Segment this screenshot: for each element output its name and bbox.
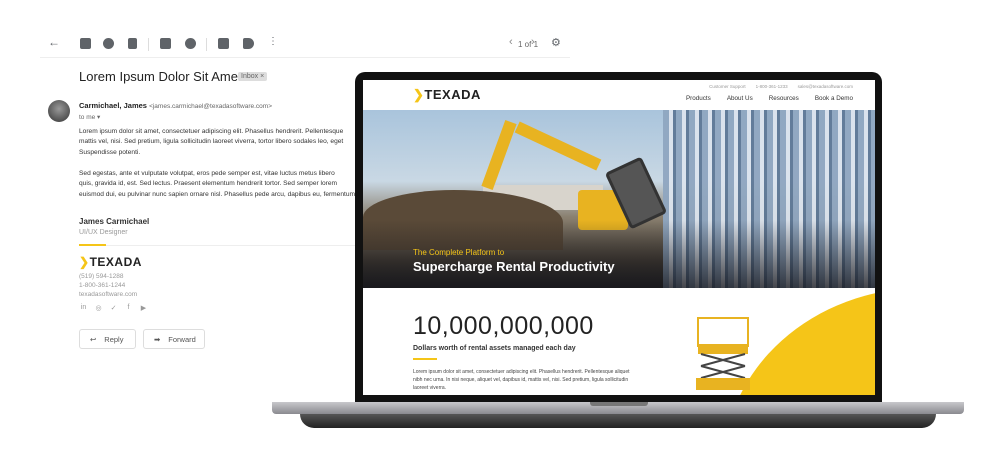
site-header: ❯TEXADA Customer Support 1-800-361-1233 …	[363, 80, 875, 110]
twitter-icon[interactable]: ✓	[109, 304, 118, 312]
hero-banner: The Complete Platform to Supercharge Ren…	[363, 110, 875, 288]
excavator-arm	[481, 120, 517, 190]
stat-description: Lorem ipsum dolor sit amet, consectetuer…	[413, 369, 630, 391]
hero-title: Supercharge Rental Productivity	[413, 259, 615, 274]
logo-text: TEXADA	[424, 87, 481, 102]
report-spam-icon[interactable]	[103, 38, 114, 49]
archive-icon[interactable]	[80, 38, 91, 49]
stat-label: Dollars worth of rental assets managed e…	[413, 345, 576, 352]
scissor-lift-image	[696, 317, 750, 390]
mark-unread-icon[interactable]	[160, 38, 171, 49]
menu-book-demo[interactable]: Book a Demo	[815, 95, 853, 102]
hero-subtitle: The Complete Platform to	[413, 248, 505, 257]
body-line: Suspendisse potenti.	[79, 149, 141, 156]
support-link[interactable]: Customer Support	[709, 84, 746, 89]
settings-gear-icon[interactable]: ⚙	[551, 36, 561, 49]
reply-label: Reply	[104, 334, 124, 344]
sender-name: Carmichael, James	[79, 101, 147, 110]
body-line: quis, gravida id, est. Sed lectus. Praes…	[79, 180, 338, 187]
delete-icon[interactable]	[128, 38, 137, 49]
site-logo[interactable]: ❯TEXADA	[413, 87, 481, 103]
label-icon[interactable]	[243, 38, 254, 49]
excavator-boom	[514, 121, 602, 171]
signature-phone: (519) 594-1288	[79, 273, 124, 280]
signature-tollfree: 1-800-361-1244	[79, 282, 126, 289]
more-icon[interactable]: ⋮	[268, 36, 279, 47]
laptop-screen: ❯TEXADA Customer Support 1-800-361-1233 …	[363, 80, 875, 395]
menu-resources[interactable]: Resources	[769, 95, 799, 102]
body-line: Sed egestas, ante et vulputate volutpat,…	[79, 170, 335, 177]
sender-line: Carmichael, James <james.carmichael@texa…	[79, 101, 272, 110]
stat-accent	[413, 358, 437, 360]
reply-icon: ↩	[90, 334, 97, 344]
sender-avatar	[48, 100, 70, 122]
logo-chevron-icon: ❯	[413, 87, 425, 102]
prev-icon[interactable]: ‹	[509, 36, 513, 48]
sender-email: <james.carmichael@texadasoftware.com>	[149, 103, 272, 110]
signature-title: UI/UX Designer	[79, 229, 128, 236]
signature-logo: ❯TEXADA	[79, 255, 142, 269]
move-to-icon[interactable]	[218, 38, 229, 49]
forward-label: Forward	[168, 334, 196, 344]
linkedin-icon[interactable]: in	[79, 304, 88, 312]
menu-about[interactable]: About Us	[727, 95, 753, 102]
laptop-notch	[590, 402, 648, 406]
signature-website[interactable]: texadasoftware.com	[79, 291, 137, 298]
body-line: Lorem ipsum dolor sit amet, consectetuer…	[79, 128, 344, 135]
toolbar-divider	[206, 38, 207, 51]
next-icon[interactable]: ›	[531, 36, 535, 48]
back-arrow-icon[interactable]: ←	[48, 35, 60, 49]
signature-name: James Carmichael	[79, 217, 150, 226]
body-line: mattis vel, nisi. Sed pretium, ligula so…	[79, 138, 344, 145]
social-links: in ◎ ✓ f ▶	[79, 304, 148, 312]
email-toolbar: ← ⋮ 1 of 1 ‹ › ⚙	[40, 32, 570, 58]
email-link[interactable]: sales@texadasoftware.com	[798, 84, 853, 89]
recipient-toggle[interactable]: to me ▾	[79, 113, 100, 121]
facebook-icon[interactable]: f	[124, 304, 133, 312]
inbox-label-badge[interactable]: Inbox ×	[238, 72, 268, 81]
email-subject: Lorem Ipsum Dolor Sit Amet	[79, 69, 242, 84]
pager-text: 1 of 1	[518, 40, 539, 49]
body-line: euismod dui, eu pulvinar nunc sapien orn…	[79, 191, 356, 198]
site-menu: Products About Us Resources Book a Demo	[686, 95, 853, 102]
instagram-icon[interactable]: ◎	[94, 304, 103, 312]
youtube-icon[interactable]: ▶	[139, 304, 148, 312]
stat-number: 10,000,000,000	[413, 312, 594, 340]
menu-products[interactable]: Products	[686, 95, 711, 102]
toolbar-divider	[148, 38, 149, 51]
signature-divider	[79, 245, 359, 246]
top-links: Customer Support 1-800-361-1233 sales@te…	[709, 84, 853, 89]
forward-icon: ➡	[154, 334, 161, 344]
logo-text: TEXADA	[89, 255, 142, 269]
signature-accent	[79, 244, 106, 246]
snooze-icon[interactable]	[185, 38, 196, 49]
phone-link[interactable]: 1-800-361-1233	[756, 84, 788, 89]
forward-button[interactable]: ➡ Forward	[143, 329, 205, 349]
stats-section: 10,000,000,000 Dollars worth of rental a…	[363, 288, 875, 395]
laptop-underside	[300, 414, 936, 428]
reply-button[interactable]: ↩ Reply	[79, 329, 136, 349]
logo-chevron-icon: ❯	[79, 255, 90, 269]
